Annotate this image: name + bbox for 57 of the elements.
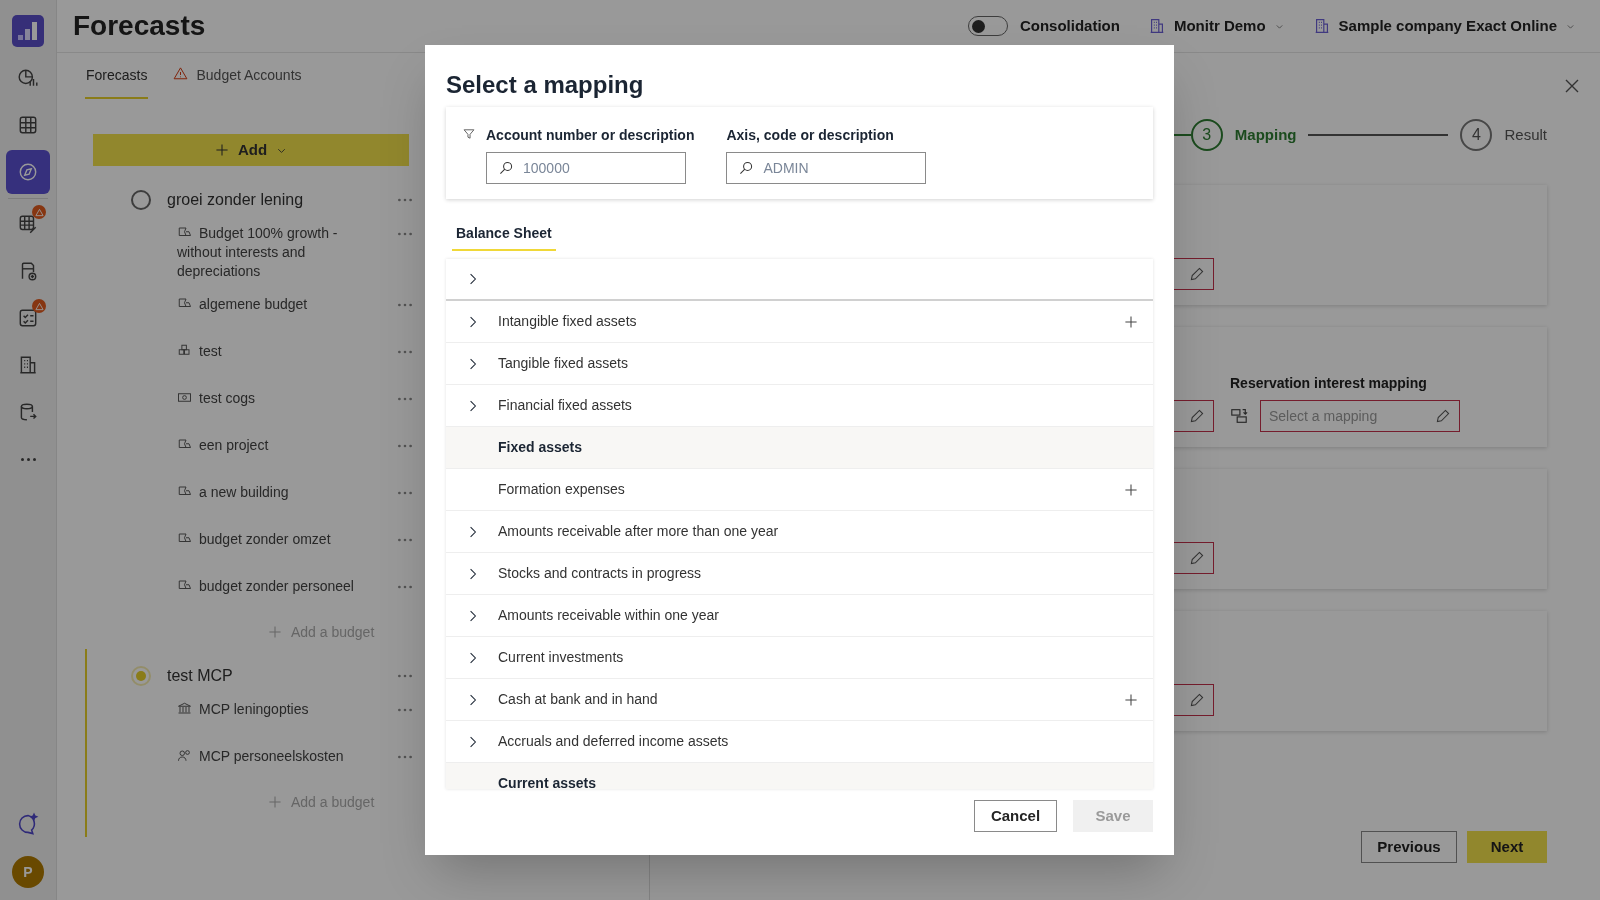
field-label: Account number or description (486, 126, 695, 145)
budget-name[interactable]: algemene budget (177, 295, 354, 314)
account-name[interactable]: Tangible fixed assets (498, 353, 1139, 374)
table-row[interactable]: Amounts receivable after more than one year (446, 511, 1153, 553)
dialog-title: Select a mapping (446, 70, 645, 100)
table-row[interactable]: Intangible fixed assets (446, 301, 1153, 343)
account-name[interactable]: Financial fixed assets (498, 395, 1139, 416)
scenario-name[interactable]: test MCP (167, 664, 397, 688)
account-name: Fixed assets (498, 438, 584, 457)
budget-name[interactable]: a new building (177, 483, 354, 502)
add-button[interactable]: Add (93, 134, 409, 166)
tab[interactable]: Forecasts (85, 65, 149, 99)
table-row[interactable]: Cash at bank and in hand (446, 679, 1153, 721)
table-row[interactable]: Financial fixed assets (446, 385, 1153, 427)
company-dropdown[interactable]: Monitr Demo (1147, 14, 1285, 38)
table-row[interactable]: Tangible fixed assets (446, 343, 1153, 385)
budget-name[interactable]: MCP personeelskosten (177, 747, 354, 766)
account-name[interactable]: Current investments (498, 647, 1139, 668)
tab[interactable]: Budget Accounts (172, 65, 303, 99)
table-row[interactable]: Current investments (446, 637, 1153, 679)
step-number: 4 (1460, 119, 1493, 151)
field-label: Reservation interest mapping (1230, 374, 1428, 393)
search-field[interactable]: ADMIN (726, 152, 927, 184)
step-number: 3 (1190, 119, 1223, 151)
tab[interactable]: Balance Sheet (452, 217, 556, 251)
scenario-name[interactable]: groei zonder lening (167, 188, 397, 212)
account-name[interactable]: Stocks and contracts in progress (498, 563, 1139, 584)
budget-name[interactable]: budget zonder omzet (177, 530, 354, 549)
field-label: Axis, code or description (726, 126, 895, 145)
previous-button[interactable]: Previous (1361, 831, 1457, 863)
budget-name[interactable]: test cogs (177, 389, 354, 408)
budget-name[interactable]: Budget 100% growth - without interests and depreciations (177, 224, 354, 281)
step-label: Mapping (1234, 124, 1297, 145)
table-row[interactable]: Stocks and contracts in progress (446, 553, 1153, 595)
table-row[interactable]: Formation expenses (446, 469, 1153, 511)
account-name[interactable]: Intangible fixed assets (498, 311, 1123, 332)
step-label: Result (1504, 124, 1547, 145)
table-row[interactable]: Accruals and deferred income assets (446, 721, 1153, 763)
account-name: Current assets (498, 774, 598, 789)
table-row[interactable]: Amounts receivable within one year (446, 595, 1153, 637)
budget-name[interactable]: een project (177, 436, 354, 455)
table-row[interactable]: Current assets (446, 763, 1153, 789)
next-button[interactable]: Next (1467, 831, 1547, 863)
budget-name[interactable]: budget zonder personeel (177, 577, 354, 596)
account-name[interactable]: Amounts receivable within one year (498, 605, 1139, 626)
account-name[interactable]: Amounts receivable after more than one year (498, 521, 1139, 542)
page-title: Forecasts (73, 9, 206, 43)
company-dropdown[interactable]: Sample company Exact Online (1312, 14, 1576, 38)
budget-name[interactable]: MCP leningopties (177, 700, 354, 719)
account-name[interactable]: Accruals and deferred income assets (498, 731, 1139, 752)
budget-name[interactable]: test (177, 342, 354, 361)
cancel-button[interactable]: Cancel (974, 800, 1057, 832)
search-field[interactable]: 100000 (486, 152, 686, 184)
account-name[interactable]: Cash at bank and in hand (498, 689, 1123, 710)
toggle-label: Consolidation (1019, 15, 1120, 36)
table-row[interactable]: Fixed assets (446, 427, 1153, 469)
account-name[interactable]: Formation expenses (498, 479, 1123, 500)
